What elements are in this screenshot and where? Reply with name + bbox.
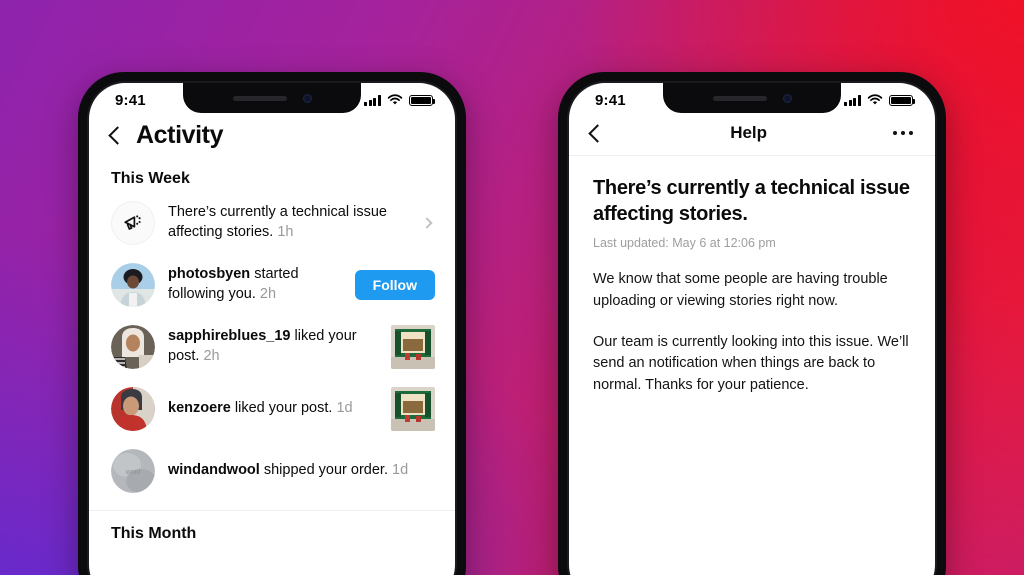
timestamp: 2h xyxy=(259,286,277,302)
right-phone-device: 9:41 Help There’s currently a technical … xyxy=(558,72,946,575)
megaphone-icon xyxy=(111,201,155,245)
avatar-photosbyen[interactable] xyxy=(111,263,155,307)
avatar-windandwool[interactable]: wool xyxy=(111,449,155,493)
activity-navbar: Activity xyxy=(89,117,455,164)
timestamp: 1d xyxy=(392,462,409,479)
list-item-announcement[interactable]: There’s currently a technical issue affe… xyxy=(89,192,455,254)
wifi-icon xyxy=(387,94,403,105)
list-item-text: There’s currently a technical issue affe… xyxy=(168,203,410,242)
list-item-order[interactable]: wool windandwool shipped your order. 1d xyxy=(89,440,455,502)
username[interactable]: windandwool xyxy=(168,462,260,478)
avatar-sapphireblues_19[interactable] xyxy=(111,325,155,369)
more-options-icon[interactable] xyxy=(893,130,913,136)
battery-icon xyxy=(409,94,436,106)
action-text: shipped your order. xyxy=(259,462,388,479)
last-updated-text: Last updated: May 6 at 12:06 pm xyxy=(593,236,776,251)
cellular-bars-icon xyxy=(844,95,861,106)
earpiece-speaker xyxy=(232,95,287,101)
notch xyxy=(663,83,841,113)
chevron-right-icon[interactable] xyxy=(421,217,433,229)
cellular-bars-icon xyxy=(364,95,381,106)
follow-button[interactable]: Follow xyxy=(354,270,435,300)
timestamp: 2h xyxy=(203,348,220,364)
help-article: There’s currently a technical issue affe… xyxy=(569,156,935,397)
status-indicators xyxy=(364,94,436,106)
svg-text:wool: wool xyxy=(125,469,141,476)
right-phone-bezel: 9:41 Help There’s currently a technical … xyxy=(567,81,937,575)
activity-screen: 9:41 Activity This Week There’s currentl… xyxy=(89,83,455,575)
post-thumbnail[interactable] xyxy=(391,325,435,369)
username[interactable]: sapphireblues_19 xyxy=(168,328,291,344)
list-item-like[interactable]: sapphireblues_19 liked your post. 2h xyxy=(89,316,455,378)
username[interactable]: kenzoere xyxy=(168,400,231,416)
list-item-text: kenzoere liked your post. 1d xyxy=(168,399,378,419)
notch xyxy=(183,83,361,113)
status-time: 9:41 xyxy=(595,91,626,109)
article-title: There’s currently a technical issue affe… xyxy=(593,177,910,225)
list-item-text: photosbyen started following you. 2h xyxy=(168,265,342,304)
wifi-icon xyxy=(867,94,883,105)
earpiece-speaker xyxy=(712,95,767,101)
front-camera-icon xyxy=(782,93,792,103)
page-title: Help xyxy=(730,123,768,142)
battery-icon xyxy=(889,94,916,106)
list-item-text: windandwool shipped your order. 1d xyxy=(168,461,435,481)
list-item-follow[interactable]: photosbyen started following you. 2h Fol… xyxy=(89,254,455,316)
article-paragraph: Our team is currently looking into this … xyxy=(593,333,909,394)
article-paragraph: We know that some people are having trou… xyxy=(593,271,888,309)
left-phone-bezel: 9:41 Activity This Week There’s currentl… xyxy=(87,81,457,575)
left-phone-device: 9:41 Activity This Week There’s currentl… xyxy=(78,72,466,575)
list-item-like[interactable]: kenzoere liked your post. 1d xyxy=(89,378,455,440)
timestamp: 1d xyxy=(336,400,353,417)
username[interactable]: photosbyen xyxy=(168,266,250,282)
chevron-left-icon[interactable] xyxy=(588,123,607,143)
chevron-left-icon[interactable] xyxy=(108,126,127,145)
front-camera-icon xyxy=(302,93,312,103)
section-heading-this-week: This Week xyxy=(111,170,190,187)
help-navbar: Help xyxy=(569,117,935,156)
avatar-kenzoere[interactable] xyxy=(111,387,155,431)
announcement-time: 1h xyxy=(277,224,294,240)
help-screen: 9:41 Help There’s currently a technical … xyxy=(569,83,935,575)
status-time: 9:41 xyxy=(115,91,146,109)
action-text: liked your post. xyxy=(230,400,333,417)
list-item-text: sapphireblues_19 liked your post. 2h xyxy=(168,327,378,366)
page-title: Activity xyxy=(136,121,224,149)
section-heading-this-month: This Month xyxy=(111,525,197,542)
status-indicators xyxy=(844,94,916,106)
post-thumbnail[interactable] xyxy=(391,387,435,431)
